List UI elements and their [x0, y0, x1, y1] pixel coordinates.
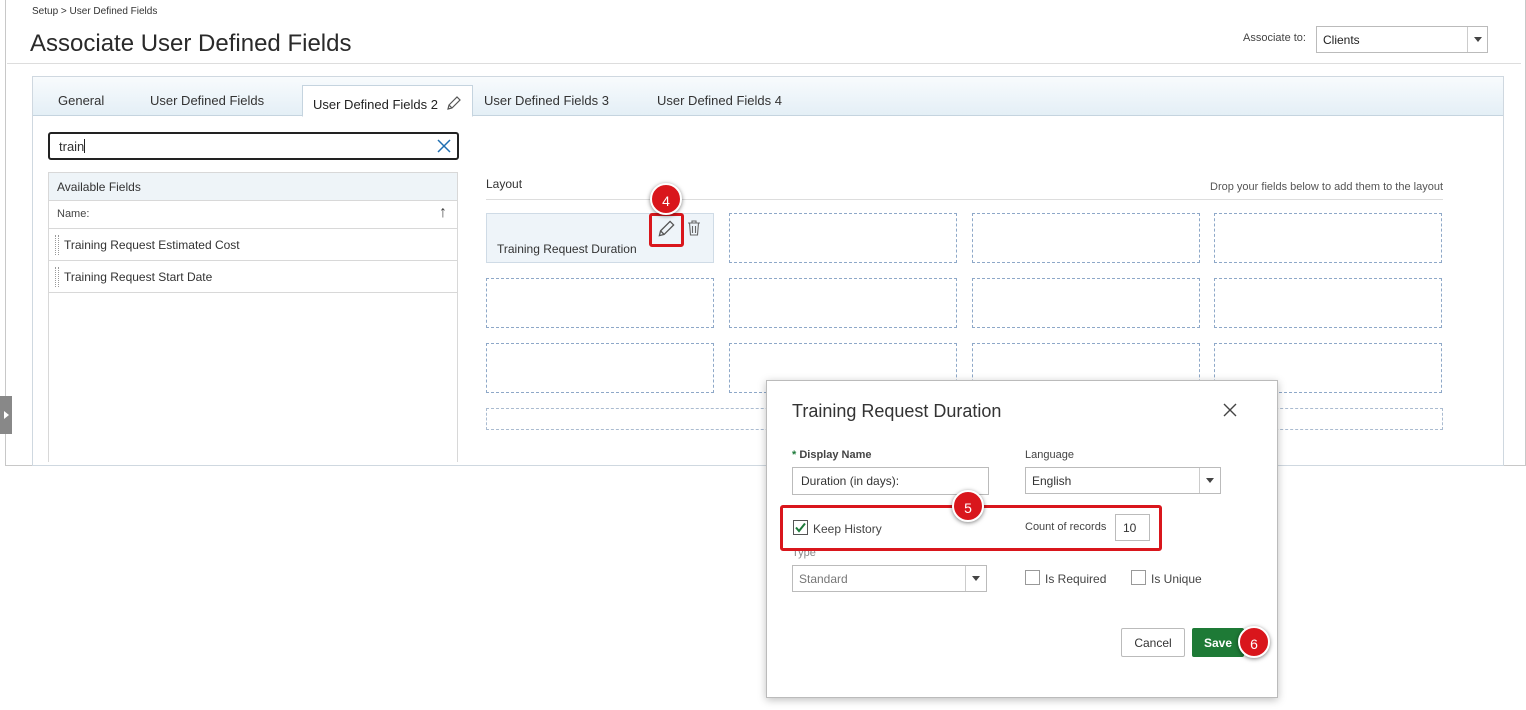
pencil-icon[interactable] [657, 219, 676, 243]
list-item[interactable]: Training Request Start Date [49, 261, 457, 293]
layout-drop-slot[interactable] [486, 343, 714, 393]
language-select[interactable]: English [1025, 467, 1221, 494]
is-required-label: Is Required [1045, 572, 1107, 586]
trash-icon[interactable] [686, 219, 702, 242]
available-fields-header: Name: ↑ [49, 201, 457, 229]
step-marker-4: 4 [650, 183, 682, 215]
display-name-label: * Display Name [792, 449, 872, 461]
tab-general[interactable]: General [58, 93, 104, 108]
chevron-right-icon [4, 411, 9, 419]
page-title: Associate User Defined Fields [30, 30, 352, 57]
list-item[interactable]: Training Request Estimated Cost [49, 229, 457, 261]
language-value: English [1032, 474, 1072, 488]
layout-hint: Drop your fields below to add them to th… [1210, 181, 1443, 193]
drag-handle-icon[interactable] [55, 267, 59, 287]
associate-to-select[interactable]: Clients [1316, 26, 1488, 53]
field-label: Training Request Start Date [64, 270, 213, 284]
chevron-down-icon[interactable] [1467, 27, 1487, 52]
associate-to-value: Clients [1323, 33, 1360, 47]
search-value: train [59, 139, 85, 154]
field-label: Training Request Estimated Cost [64, 238, 240, 252]
is-required-checkbox[interactable] [1025, 570, 1040, 585]
display-name-field[interactable]: Duration (in days): [792, 467, 989, 495]
step-marker-6: 6 [1238, 626, 1270, 658]
layout-drop-slot[interactable] [1214, 278, 1442, 328]
step-marker-5: 5 [952, 490, 984, 522]
layout-drop-slot[interactable] [972, 278, 1200, 328]
is-unique-checkbox[interactable] [1131, 570, 1146, 585]
tab-user-defined-fields-4[interactable]: User Defined Fields 4 [657, 93, 782, 108]
close-icon[interactable] [1223, 403, 1237, 422]
layout-drop-slot[interactable] [972, 213, 1200, 263]
tab-user-defined-fields-3[interactable]: User Defined Fields 3 [484, 93, 609, 108]
side-panel-toggle[interactable] [0, 396, 12, 434]
tab-bar: General User Defined Fields User Defined… [33, 77, 1503, 117]
associate-to-label: Associate to: [1243, 32, 1306, 44]
pencil-icon[interactable] [446, 95, 462, 114]
available-fields-panel: Available Fields Name: ↑ Training Reques… [48, 172, 458, 462]
tab-user-defined-fields-2[interactable]: User Defined Fields 2 [302, 85, 473, 117]
tab-label: User Defined Fields 2 [313, 97, 438, 112]
save-button[interactable]: Save [1192, 628, 1244, 657]
layout-drop-slot[interactable] [1214, 213, 1442, 263]
name-column-header: Name: [57, 208, 90, 220]
layout-drop-slot[interactable] [486, 278, 714, 328]
sort-arrow-icon[interactable]: ↑ [439, 204, 447, 222]
cancel-button[interactable]: Cancel [1121, 628, 1185, 657]
is-unique-label: Is Unique [1151, 572, 1202, 586]
type-select[interactable]: Standard [792, 565, 987, 592]
breadcrumb[interactable]: Setup > User Defined Fields [32, 6, 157, 17]
available-fields-title: Available Fields [49, 173, 457, 201]
layout-drop-slot[interactable] [729, 278, 957, 328]
drag-handle-icon[interactable] [55, 235, 59, 255]
chevron-down-icon[interactable] [1199, 468, 1220, 493]
layout-label: Layout [486, 177, 523, 191]
page: Setup > User Defined Fields Associate Us… [0, 0, 1526, 710]
layout-divider [486, 199, 1443, 200]
language-label: Language [1025, 449, 1074, 461]
chevron-down-icon[interactable] [965, 566, 986, 591]
close-icon[interactable] [437, 139, 451, 158]
dialog-title: Training Request Duration [792, 401, 1002, 421]
header-divider [7, 63, 1521, 64]
type-value: Standard [799, 572, 848, 586]
search-input[interactable]: train [48, 132, 459, 160]
placed-field-label: Training Request Duration [497, 242, 637, 256]
tab-user-defined-fields[interactable]: User Defined Fields [150, 93, 264, 108]
layout-drop-slot[interactable] [729, 213, 957, 263]
